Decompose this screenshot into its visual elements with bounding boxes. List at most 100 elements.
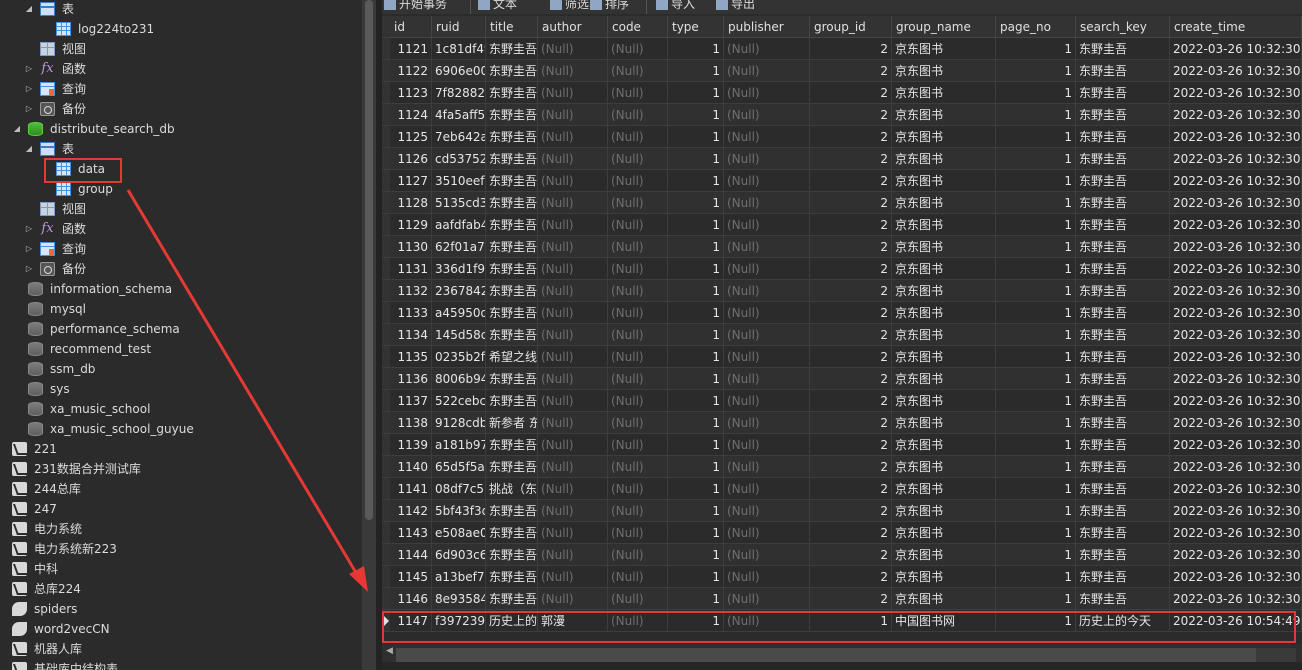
table-cell-author[interactable]: (Null) [538, 38, 608, 60]
tree-item[interactable]: 视图 [0, 199, 362, 219]
table-cell-title[interactable]: 东野圭吾 [486, 456, 538, 478]
table-cell-title[interactable]: 东野圭吾 [486, 302, 538, 324]
table-cell-id[interactable]: 1130 [390, 236, 432, 258]
table-cell-group_id[interactable]: 2 [810, 324, 892, 346]
table-cell-ruid[interactable]: 7eb642a [432, 126, 486, 148]
table-cell-create_time[interactable]: 2022-03-26 10:32:30 [1170, 38, 1302, 60]
table-cell-ruid[interactable]: 522cebc [432, 390, 486, 412]
column-header[interactable]: group_name [892, 16, 996, 38]
table-cell-group_name[interactable]: 京东图书 [892, 456, 996, 478]
table-cell-create_time[interactable]: 2022-03-26 10:32:30 [1170, 280, 1302, 302]
table-cell-id[interactable]: 1145 [390, 566, 432, 588]
table-cell-author[interactable]: (Null) [538, 170, 608, 192]
table-cell-group_name[interactable]: 京东图书 [892, 588, 996, 610]
tree-item[interactable]: recommend_test [0, 339, 362, 359]
table-cell-ruid[interactable]: 6906e00 [432, 60, 486, 82]
table-cell-author[interactable]: (Null) [538, 60, 608, 82]
table-cell-page_no[interactable]: 1 [996, 346, 1076, 368]
table-cell-group_name[interactable]: 京东图书 [892, 544, 996, 566]
table-cell-page_no[interactable]: 1 [996, 390, 1076, 412]
table-row[interactable]: 1128 5135cd3 东野圭吾 (Null) (Null) 1 (Null) 2 京东图书 1… [382, 192, 1302, 214]
tree-item[interactable]: ▷ fx 函数 [0, 219, 362, 239]
tree-item[interactable]: ▷ 查询 [0, 79, 362, 99]
table-cell-publisher[interactable]: (Null) [724, 170, 810, 192]
table-cell-page_no[interactable]: 1 [996, 368, 1076, 390]
table-cell-title[interactable]: 东野圭吾 [486, 148, 538, 170]
table-cell-type[interactable]: 1 [668, 192, 724, 214]
table-cell-group_name[interactable]: 京东图书 [892, 214, 996, 236]
table-cell-ruid[interactable]: a181b97 [432, 434, 486, 456]
table-cell-search_key[interactable]: 东野圭吾 [1076, 390, 1170, 412]
table-cell-code[interactable]: (Null) [608, 390, 668, 412]
table-cell-search_key[interactable]: 东野圭吾 [1076, 236, 1170, 258]
table-cell-title[interactable]: 东野圭吾 [486, 368, 538, 390]
table-cell-author[interactable]: (Null) [538, 346, 608, 368]
table-cell-type[interactable]: 1 [668, 368, 724, 390]
table-cell-group_id[interactable]: 2 [810, 522, 892, 544]
table-cell-code[interactable]: (Null) [608, 258, 668, 280]
table-cell-ruid[interactable]: 4fa5aff55 [432, 104, 486, 126]
table-row[interactable]: 1129 aafdfab4 东野圭吾 (Null) (Null) 1 (Null) 2 京东图书… [382, 214, 1302, 236]
table-cell-type[interactable]: 1 [668, 214, 724, 236]
table-cell-title[interactable]: 东野圭吾 [486, 126, 538, 148]
table-row[interactable]: 11237f82882a东野圭吾(Null)(Null)1(Null)2京东图书… [382, 82, 1302, 104]
sidebar-scrollbar[interactable] [362, 0, 376, 670]
collapse-icon[interactable]: ◢ [24, 139, 34, 159]
table-cell-create_time[interactable]: 2022-03-26 10:32:30 [1170, 346, 1302, 368]
table-cell-title[interactable]: 东野圭吾 [486, 236, 538, 258]
table-cell-code[interactable]: (Null) [608, 38, 668, 60]
table-cell-ruid[interactable]: 3510eef1 [432, 170, 486, 192]
table-cell-create_time[interactable]: 2022-03-26 10:32:30 [1170, 368, 1302, 390]
tree-item[interactable]: 231数据合并测试库 [0, 459, 362, 479]
tree-item[interactable]: 机器人库 [0, 639, 362, 659]
table-cell-id[interactable]: 1143 [390, 522, 432, 544]
table-cell-search_key[interactable]: 东野圭吾 [1076, 214, 1170, 236]
toolbar-button-3[interactable]: 排序 [590, 0, 629, 13]
table-cell-page_no[interactable]: 1 [996, 126, 1076, 148]
table-cell-author[interactable]: (Null) [538, 236, 608, 258]
table-cell-author[interactable]: (Null) [538, 478, 608, 500]
table-cell-publisher[interactable]: (Null) [724, 214, 810, 236]
table-cell-search_key[interactable]: 东野圭吾 [1076, 258, 1170, 280]
table-cell-type[interactable]: 1 [668, 566, 724, 588]
table-cell-type[interactable]: 1 [668, 522, 724, 544]
table-cell-title[interactable]: 东野圭吾 [486, 60, 538, 82]
table-cell-ruid[interactable]: 8006b94 [432, 368, 486, 390]
table-cell-search_key[interactable]: 东野圭吾 [1076, 60, 1170, 82]
table-cell-group_name[interactable]: 京东图书 [892, 500, 996, 522]
expand-icon[interactable]: ▷ [24, 239, 34, 259]
table-cell-group_name[interactable]: 京东图书 [892, 126, 996, 148]
table-row[interactable]: 1130 62f01a7 东野圭吾 (Null) (Null) 1 (Null) 2 京东图书 1… [382, 236, 1302, 258]
table-cell-code[interactable]: (Null) [608, 148, 668, 170]
table-cell-id[interactable]: 1129 [390, 214, 432, 236]
table-cell-page_no[interactable]: 1 [996, 456, 1076, 478]
table-cell-title[interactable]: 东野圭吾 [486, 280, 538, 302]
table-cell-create_time[interactable]: 2022-03-26 10:32:30 [1170, 588, 1302, 610]
table-cell-group_id[interactable]: 2 [810, 258, 892, 280]
column-header[interactable]: type [668, 16, 724, 38]
table-cell-group_name[interactable]: 京东图书 [892, 104, 996, 126]
table-cell-id[interactable]: 1132 [390, 280, 432, 302]
table-cell-type[interactable]: 1 [668, 148, 724, 170]
table-cell-create_time[interactable]: 2022-03-26 10:32:30 [1170, 192, 1302, 214]
table-row[interactable]: 1142 5bf43f3d 东野圭吾 (Null) (Null) 1 (Null) 2 京东图书… [382, 500, 1302, 522]
table-cell-ruid[interactable]: a13bef71 [432, 566, 486, 588]
expand-icon[interactable]: ▷ [24, 99, 34, 119]
table-cell-group_id[interactable]: 2 [810, 500, 892, 522]
table-cell-page_no[interactable]: 1 [996, 236, 1076, 258]
table-cell-search_key[interactable]: 东野圭吾 [1076, 412, 1170, 434]
table-cell-group_id[interactable]: 2 [810, 390, 892, 412]
table-cell-group_id[interactable]: 2 [810, 38, 892, 60]
table-cell-publisher[interactable]: (Null) [724, 346, 810, 368]
table-cell-ruid[interactable]: e508ae0 [432, 522, 486, 544]
table-cell-author[interactable]: (Null) [538, 280, 608, 302]
table-cell-code[interactable]: (Null) [608, 126, 668, 148]
toolbar-button-0[interactable]: 开始事务 [384, 0, 447, 13]
toolbar-button-5[interactable]: 导出 [716, 0, 755, 13]
expand-icon[interactable]: ▷ [24, 79, 34, 99]
table-cell-title[interactable]: 东野圭吾 [486, 390, 538, 412]
table-cell-author[interactable]: (Null) [538, 192, 608, 214]
tree-item[interactable]: ◢ distribute_search_db [0, 119, 362, 139]
table-cell-id[interactable]: 1127 [390, 170, 432, 192]
table-cell-page_no[interactable]: 1 [996, 280, 1076, 302]
